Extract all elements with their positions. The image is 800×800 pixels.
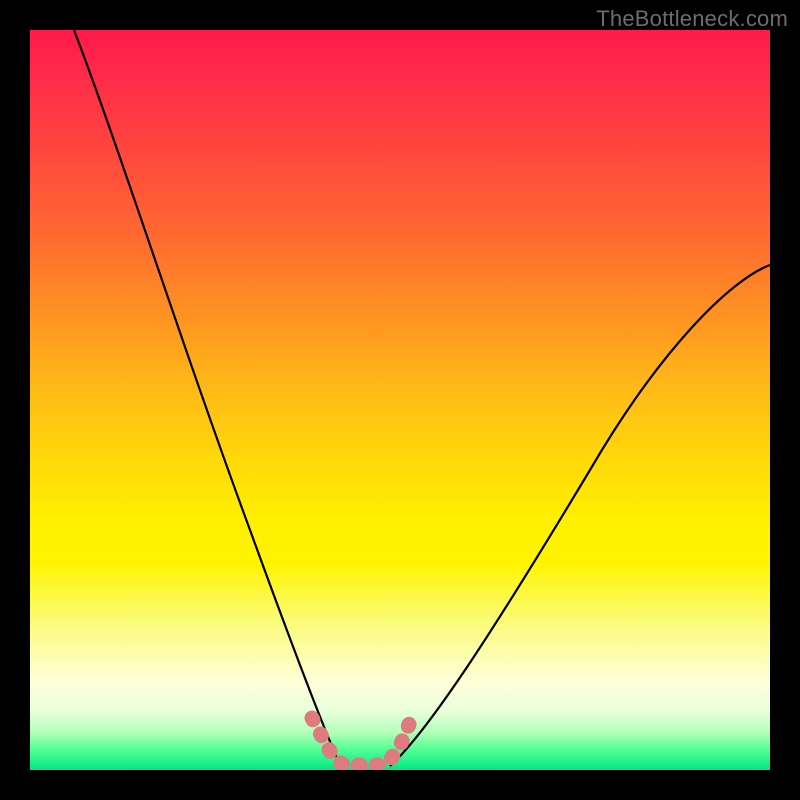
watermark-text: TheBottleneck.com	[596, 6, 788, 32]
left-curve	[74, 30, 340, 765]
bottom-marker	[312, 718, 410, 765]
chart-frame: TheBottleneck.com	[0, 0, 800, 800]
curves-layer	[30, 30, 770, 770]
plot-area	[30, 30, 770, 770]
right-curve	[390, 265, 770, 766]
